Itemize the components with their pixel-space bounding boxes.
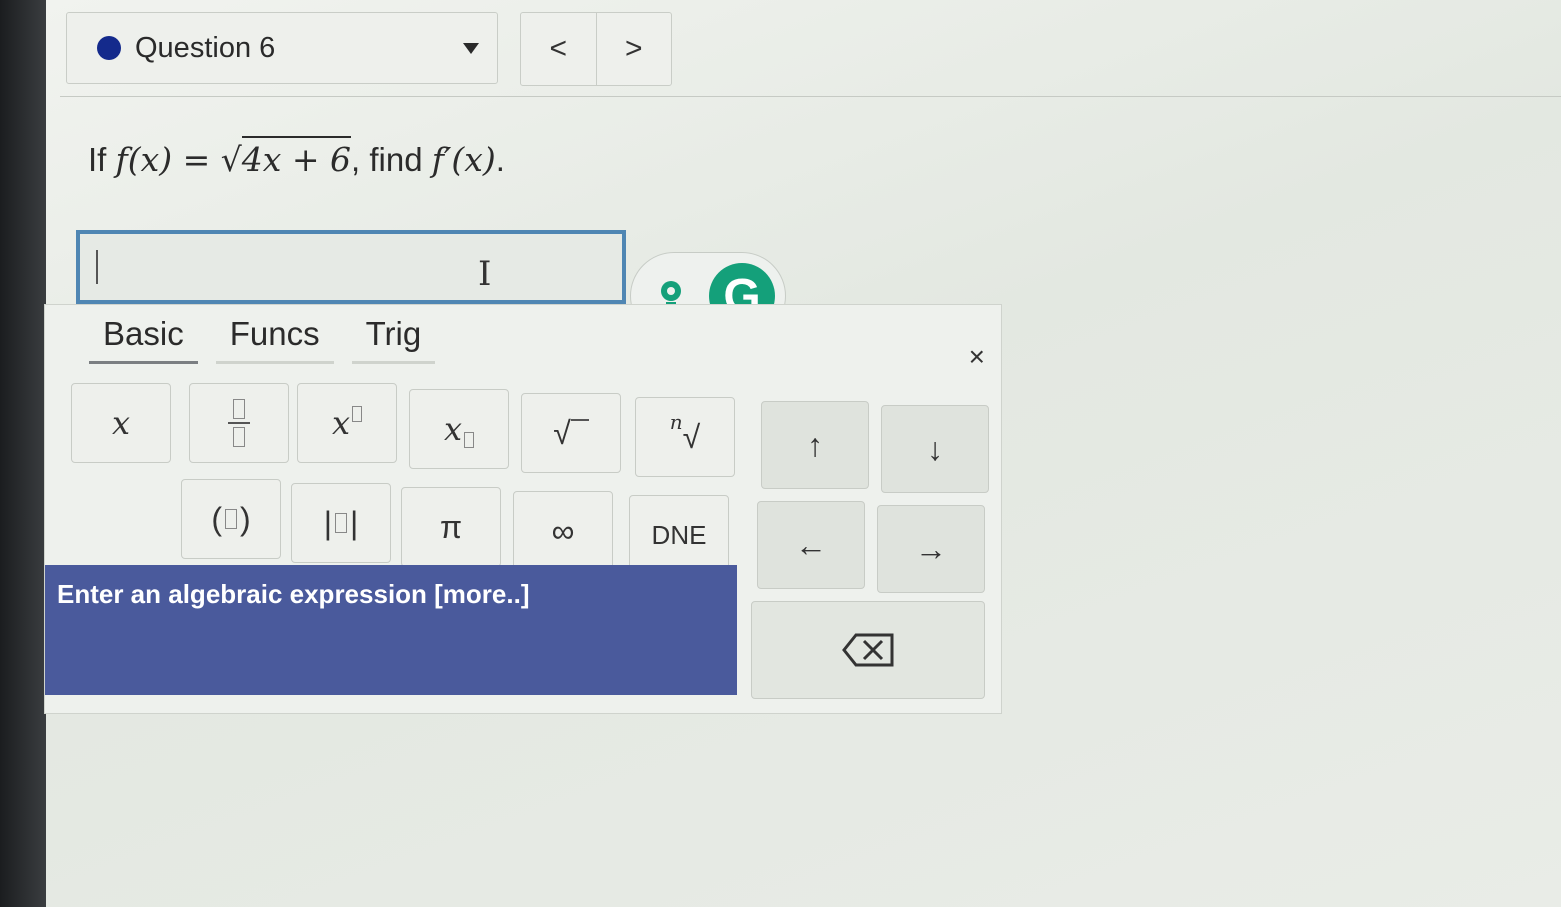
palette-tabs: Basic Funcs Trig xyxy=(89,315,436,364)
key-variable-x[interactable]: x xyxy=(71,383,171,463)
backspace-button[interactable] xyxy=(751,601,985,699)
key-arrow-right[interactable]: → xyxy=(877,505,985,593)
backspace-icon xyxy=(842,633,894,667)
abs-close: | xyxy=(350,504,359,541)
prompt-prefix: If xyxy=(88,141,107,178)
key-power-base: x xyxy=(331,404,351,442)
sqrt-bar xyxy=(570,419,589,421)
question-status-dot xyxy=(97,36,121,60)
prompt-middle: , find xyxy=(351,141,423,178)
next-question-button[interactable]: > xyxy=(595,13,672,85)
header-divider xyxy=(60,96,1561,97)
tab-basic[interactable]: Basic xyxy=(89,315,198,364)
paren-placeholder-icon xyxy=(225,509,237,529)
sqrt-symbol: √ xyxy=(220,140,242,179)
key-subscript-base: x xyxy=(443,410,463,448)
fraction-icon xyxy=(228,399,250,447)
key-nth-root[interactable]: n √ xyxy=(635,397,735,477)
text-caret xyxy=(96,250,98,284)
subscript-placeholder-icon xyxy=(464,432,475,448)
key-square-root[interactable]: √ xyxy=(521,393,621,473)
math-palette: Basic Funcs Trig × x x x √ n √ ↑ ↓ () | | … xyxy=(44,304,1002,714)
key-parentheses[interactable]: () xyxy=(181,479,281,559)
key-x-label: x xyxy=(111,404,131,442)
paren-close: ) xyxy=(240,500,251,537)
abs-placeholder-icon xyxy=(335,513,347,533)
palette-status-bar: Enter an algebraic expression [more..] xyxy=(45,565,737,695)
sqrt-icon: √ xyxy=(553,414,571,451)
previous-question-button[interactable]: < xyxy=(521,13,596,85)
superscript-placeholder-icon xyxy=(352,406,363,422)
key-dne[interactable]: DNE xyxy=(629,495,729,575)
key-infinity[interactable]: ∞ xyxy=(513,491,613,571)
prompt-function: f(x) = xyxy=(115,140,221,179)
prompt-suffix: . xyxy=(495,141,505,178)
abs-open: | xyxy=(323,504,332,541)
key-arrow-down[interactable]: ↓ xyxy=(881,405,989,493)
key-subscript[interactable]: x xyxy=(409,389,509,469)
answer-input[interactable]: I xyxy=(76,230,626,304)
prompt-radicand: 4x + 6 xyxy=(241,136,351,179)
status-help-text[interactable]: Enter an algebraic expression [more..] xyxy=(57,579,530,609)
prompt-target: f′(x) xyxy=(431,140,496,179)
question-label: Question 6 xyxy=(135,31,276,64)
key-power[interactable]: x xyxy=(297,383,397,463)
key-absolute-value[interactable]: | | xyxy=(291,483,391,563)
question-selector[interactable]: Question 6 xyxy=(66,12,498,84)
key-arrow-up[interactable]: ↑ xyxy=(761,401,869,489)
key-fraction[interactable] xyxy=(189,383,289,463)
key-arrow-left[interactable]: ← xyxy=(757,501,865,589)
ibeam-cursor-icon: I xyxy=(478,254,492,294)
tab-funcs[interactable]: Funcs xyxy=(215,315,334,364)
nth-root-index: n xyxy=(669,410,683,434)
nth-root-icon: √ xyxy=(682,418,701,455)
paren-open: ( xyxy=(211,500,222,537)
key-pi[interactable]: π xyxy=(401,487,501,567)
question-prompt: If f(x) = √4x + 6, find f′(x). xyxy=(88,136,505,179)
screen-bezel xyxy=(0,0,46,907)
question-nav: < > xyxy=(520,12,672,86)
dropdown-caret-icon[interactable] xyxy=(463,43,479,54)
tab-trig[interactable]: Trig xyxy=(351,315,436,364)
close-palette-button[interactable]: × xyxy=(969,341,985,373)
